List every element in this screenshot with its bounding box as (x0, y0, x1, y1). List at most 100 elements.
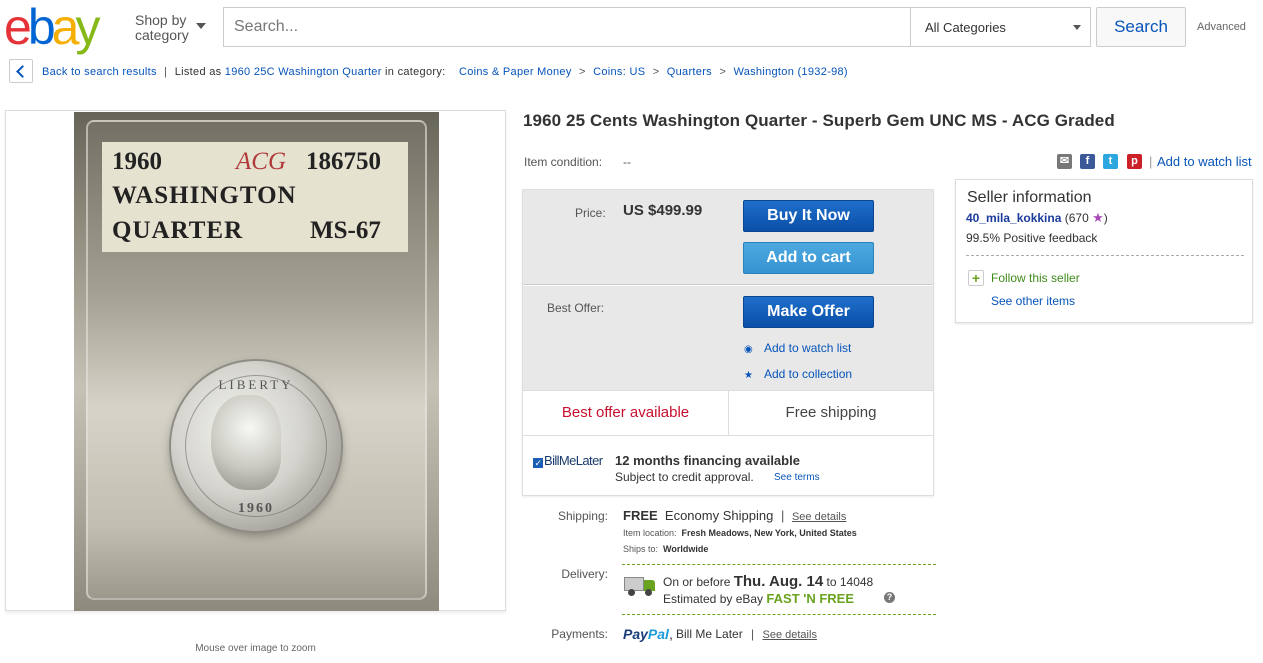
seller-name-link[interactable]: 40_mila_kokkina (966, 211, 1061, 225)
shipping-separator: | (780, 508, 785, 523)
chevron-down-icon (196, 23, 206, 29)
search-bar: All Categories (223, 7, 1091, 47)
in-category-label: in category: (385, 66, 446, 78)
shop-by-category-button[interactable]: Shop by category (135, 13, 206, 43)
delivery-box: On or before Thu. Aug. 14 to 14048 Estim… (622, 564, 936, 615)
delivery-prefix: On or before (663, 575, 731, 589)
item-location-label: Item location: (623, 528, 677, 538)
follow-seller-link[interactable]: Follow this seller (991, 271, 1080, 285)
item-location: Item location: Fresh Meadows, New York, … (623, 528, 857, 538)
breadcrumb-separator: > (652, 66, 660, 78)
breadcrumb-category-coins-us[interactable]: Coins: US (593, 66, 645, 78)
back-to-search-link[interactable]: Back to search results (42, 66, 157, 78)
estimated-by-ebay: Estimated by eBay (663, 592, 764, 606)
financing-title: 12 months financing available (615, 453, 800, 468)
bml-logo-text: BillMeLater (544, 453, 603, 468)
payments-label: Payments: (551, 627, 608, 641)
payments-see-details-link[interactable]: See details (763, 629, 817, 641)
financing-subtitle: Subject to credit approval. (615, 470, 754, 484)
breadcrumb-separator: > (719, 66, 727, 78)
seller-info-title: Seller information (967, 189, 1092, 206)
breadcrumb-category-coins-paper-money[interactable]: Coins & Paper Money (459, 66, 572, 78)
ebay-logo[interactable]: ebay (4, 2, 122, 52)
seller-feedback: 99.5% Positive feedback (966, 231, 1098, 245)
shipping-label: Shipping: (557, 509, 608, 523)
breadcrumb-separator: > (579, 66, 586, 78)
search-input[interactable] (224, 8, 910, 46)
free-shipping-badge: Free shipping (785, 404, 877, 421)
price-label: Price: (575, 206, 606, 220)
bml-check-icon: ✓ (533, 458, 543, 468)
shipping-see-details-link[interactable]: See details (792, 511, 846, 523)
best-offer-label: Best Offer: (547, 301, 605, 315)
breadcrumb-category-quarters[interactable]: Quarters (667, 66, 712, 78)
seller-score-close: ) (1103, 211, 1108, 225)
label-grade: MS-67 (310, 217, 381, 244)
bill-me-later-logo: ✓ BillMeLater (533, 453, 603, 468)
see-terms-link[interactable]: See terms (774, 472, 820, 483)
coin-year: 1960 (238, 501, 274, 516)
search-button[interactable]: Search (1096, 7, 1186, 47)
twitter-icon[interactable]: t (1103, 154, 1118, 169)
paypal-logo-pal: Pal (647, 626, 669, 642)
label-line3: QUARTER (112, 217, 244, 244)
paypal-logo-pay: Pay (623, 626, 648, 642)
dropdown-caret-icon (1073, 25, 1081, 30)
seller-score[interactable]: (670 (1065, 211, 1089, 225)
add-to-cart-button[interactable]: Add to cart (743, 242, 874, 274)
facebook-icon[interactable]: f (1080, 154, 1095, 169)
price-value: US $499.99 (623, 202, 703, 219)
logo-letter-b: b (27, 0, 56, 55)
eye-icon: ◉ (744, 344, 753, 355)
condition-value: -- (623, 155, 631, 169)
paypal-logo-comma: , (668, 626, 673, 642)
breadcrumb-category-washington[interactable]: Washington (1932-98) (733, 66, 847, 78)
zoom-hint: Mouse over image to zoom (195, 643, 316, 654)
slab-label: 1960 ACG 186750 WASHINGTON QUARTER MS-67 (102, 142, 408, 252)
coin-liberty-text: LIBERTY (218, 377, 294, 392)
logo-letter-e: e (4, 0, 32, 55)
advanced-search-link[interactable]: Advanced (1197, 21, 1246, 33)
see-other-items-link[interactable]: See other items (991, 294, 1075, 308)
delivery-date: On or before Thu. Aug. 14 to 14048 (663, 573, 873, 590)
item-image-panel[interactable]: 1960 ACG 186750 WASHINGTON QUARTER MS-67… (5, 110, 506, 611)
label-number: 186750 (306, 148, 381, 175)
buy-it-now-button[interactable]: Buy It Now (743, 200, 874, 232)
breadcrumb-divider: | (164, 66, 168, 78)
add-to-watch-list-button[interactable]: ◉ Add to watch list (744, 341, 851, 355)
add-to-collection-label: Add to collection (764, 367, 853, 381)
bill-me-later-label: Bill Me Later (676, 627, 743, 641)
add-to-watch-list-label: Add to watch list (764, 341, 852, 355)
condition-label: Item condition: (524, 155, 603, 169)
label-line2: WASHINGTON (112, 182, 297, 209)
fast-n-free-badge: FAST 'N FREE (766, 591, 855, 606)
pinterest-icon[interactable]: p (1127, 154, 1142, 169)
make-offer-button[interactable]: Make Offer (743, 296, 874, 328)
best-offer-available: Best offer available (523, 391, 729, 435)
help-icon[interactable]: ? (884, 592, 895, 603)
label-brand: ACG (236, 148, 286, 175)
delivery-date-value: Thu. Aug. 14 (733, 573, 824, 590)
category-selected: All Categories (925, 20, 1006, 35)
coin-slab-photo[interactable]: 1960 ACG 186750 WASHINGTON QUARTER MS-67… (74, 112, 439, 611)
ships-to-value: Worldwide (663, 544, 709, 554)
delivery-label: Delivery: (561, 567, 608, 581)
follow-plus-icon[interactable]: + (968, 270, 984, 286)
add-to-watch-list-link[interactable]: Add to watch list (1157, 154, 1252, 169)
buy-box: Price: US $499.99 Buy It Now Add to cart… (522, 189, 934, 496)
breadcrumb: Back to search results | Listed as 1960 … (42, 66, 848, 78)
payments-separator: | (751, 627, 755, 641)
delivery-zip: to 14048 (826, 575, 874, 589)
back-arrow-icon[interactable] (9, 59, 33, 83)
logo-letter-a: a (51, 0, 80, 55)
seller-info-box: Seller information 40_mila_kokkina (670 … (955, 179, 1253, 323)
offer-shipping-row: Best offer available Free shipping (523, 390, 933, 436)
ships-to-label: Ships to: (623, 544, 659, 554)
item-location-value: Fresh Meadows, New York, United States (681, 528, 857, 538)
listed-title-link[interactable]: 1960 25C Washington Quarter (225, 66, 382, 78)
label-year: 1960 (112, 148, 162, 175)
add-to-collection-button[interactable]: ★ Add to collection (744, 367, 852, 381)
star-icon: ★ (744, 370, 753, 381)
category-select[interactable]: All Categories (910, 8, 1091, 46)
mail-icon[interactable]: ✉ (1057, 154, 1072, 169)
